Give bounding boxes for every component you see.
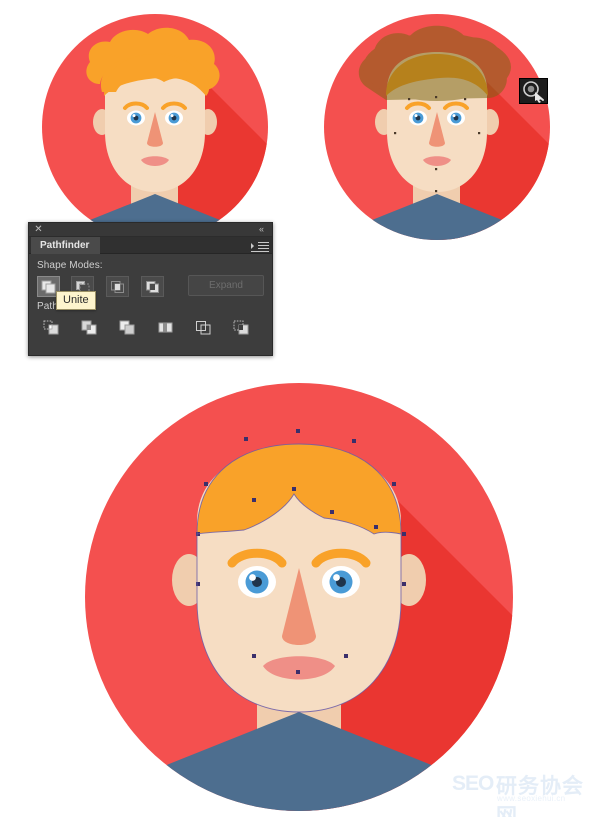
panel-titlebar[interactable]: ✕ « [29,223,272,237]
tab-pathfinder[interactable]: Pathfinder [31,237,101,254]
collapse-chevrons-icon[interactable]: « [254,224,268,235]
result-avatar [44,382,564,817]
pathfinders-row [37,317,264,339]
panel-tab-row: Pathfinder [29,237,272,254]
screenshot-stage: ✕ « Pathfinder Shape Modes: Expand Unite… [0,0,600,817]
shape-mode-intersect-button[interactable] [106,276,129,297]
pathfinder-outline-button[interactable] [193,317,216,338]
pathfinder-minus-back-button[interactable] [231,317,254,338]
pathfinder-trim-button[interactable] [79,317,102,338]
expand-button[interactable]: Expand [188,275,264,296]
panel-menu-icon[interactable] [251,240,269,252]
pathfinder-crop-button[interactable] [155,317,178,338]
shape-modes-label: Shape Modes: [37,260,103,271]
close-icon[interactable]: ✕ [33,224,44,235]
pathfinder-merge-button[interactable] [117,317,140,338]
shape-mode-exclude-button[interactable] [141,276,164,297]
selection-cursor-icon [519,78,548,104]
step-one-avatar [30,12,280,242]
step-two-avatar [312,12,562,242]
pathfinder-panel[interactable]: ✕ « Pathfinder Shape Modes: Expand Unite [28,222,273,356]
pathfinder-divide-button[interactable] [41,317,64,338]
unite-tooltip: Unite [56,291,96,311]
